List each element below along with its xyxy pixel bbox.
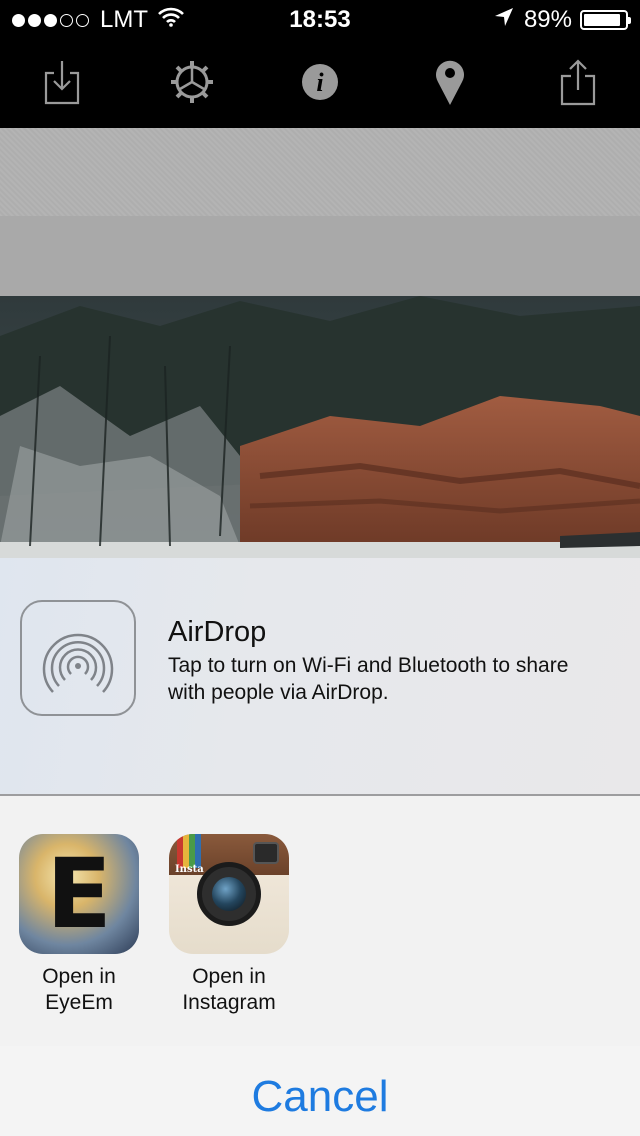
gray-bar [0, 216, 640, 296]
app-row: E Open in EyeEm Insta Open in Instagram [0, 796, 640, 1046]
airdrop-section[interactable]: AirDrop Tap to turn on Wi-Fi and Bluetoo… [0, 558, 640, 794]
status-right: 89% [494, 6, 631, 34]
svg-text:i: i [316, 68, 324, 97]
instagram-badge-text: Insta [175, 864, 204, 875]
app-label: Open in Instagram [182, 965, 276, 1014]
paper-texture-bar [0, 128, 640, 216]
open-in-instagram-button[interactable]: Insta Open in Instagram [154, 834, 304, 1016]
share-sheet: AirDrop Tap to turn on Wi-Fi and Bluetoo… [0, 558, 640, 1136]
info-icon: i [301, 63, 339, 106]
airdrop-title: AirDrop [168, 616, 267, 648]
cancel-button[interactable]: Cancel [0, 1072, 640, 1122]
settings-button[interactable] [162, 56, 222, 112]
airdrop-description: Tap to turn on Wi-Fi and Bluetooth to sh… [168, 654, 569, 704]
battery-icon [580, 10, 631, 30]
instagram-icon: Insta [169, 834, 289, 954]
open-in-eyeem-button[interactable]: E Open in EyeEm [4, 834, 154, 1016]
settings-icon [169, 59, 215, 110]
location-pin-icon [434, 58, 466, 111]
download-button[interactable] [32, 56, 92, 112]
toolbar: i [0, 40, 640, 128]
airdrop-icon[interactable] [20, 600, 136, 716]
download-icon [44, 59, 80, 110]
cancel-area: Cancel [0, 1046, 640, 1136]
share-icon [560, 58, 596, 111]
battery-percent: 89% [523, 6, 572, 33]
location-button[interactable] [420, 56, 480, 112]
landscape-photo [0, 296, 640, 558]
info-button[interactable]: i [290, 56, 350, 112]
location-arrow-icon [494, 6, 514, 34]
app-label: Open in EyeEm [42, 965, 116, 1014]
status-bar: LMT 18:53 89% [0, 0, 640, 40]
share-button[interactable] [548, 56, 608, 112]
eyeem-icon: E [19, 834, 139, 954]
